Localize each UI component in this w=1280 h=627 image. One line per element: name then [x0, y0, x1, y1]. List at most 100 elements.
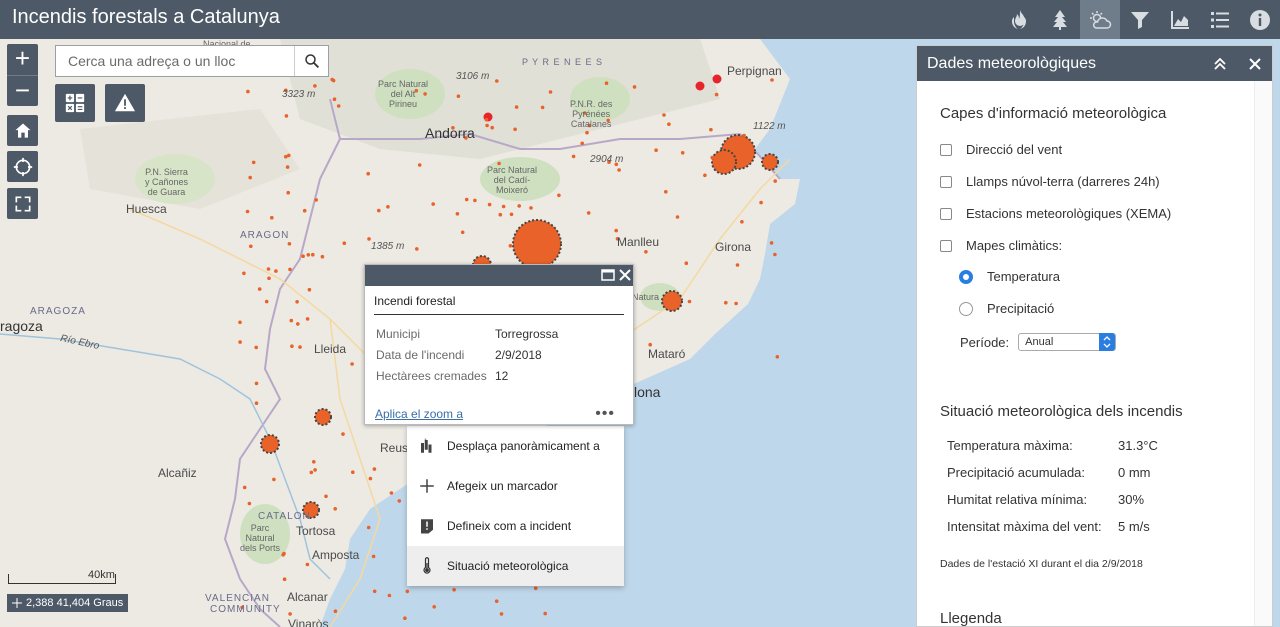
chart-tool-button[interactable]	[1160, 0, 1200, 39]
search-input[interactable]	[56, 46, 294, 76]
map-label-valencian: VALENCIAN	[205, 593, 270, 604]
search-button[interactable]	[294, 46, 328, 76]
radio-temperature[interactable]: Temperatura	[959, 269, 1060, 284]
period-select[interactable]: Anual	[1018, 333, 1117, 351]
fire-point	[333, 609, 338, 613]
fullscreen-icon	[15, 196, 30, 211]
fire-point	[336, 104, 341, 108]
close-panel-icon[interactable]	[1245, 54, 1265, 74]
fire-point	[238, 320, 242, 325]
fire-point	[529, 206, 533, 210]
incident-button[interactable]	[105, 84, 145, 122]
stat-value: 5 m/s	[1118, 519, 1150, 534]
fire-point	[644, 250, 648, 254]
checkbox[interactable]	[940, 239, 952, 252]
fire-point	[302, 208, 307, 213]
stat-key: Precipitació acumulada:	[947, 465, 1086, 480]
radio-button[interactable]	[959, 301, 973, 316]
map-label-mataro: Mataró	[648, 347, 686, 361]
fire-point	[313, 468, 317, 472]
coordinate-display[interactable]: 2,388 41,404 Graus	[7, 594, 129, 612]
menu-item-weather[interactable]: Situació meteorològica	[407, 546, 624, 586]
zoom-in-button[interactable]: +	[7, 44, 38, 75]
fullscreen-button[interactable]	[7, 188, 38, 219]
panel-body: Capes d'informació meteorològica Direcci…	[917, 81, 1254, 626]
layer-list-tool-button[interactable]	[1200, 0, 1240, 39]
panel-scrollbar[interactable]	[1254, 81, 1272, 626]
weather-tool-button[interactable]	[1080, 0, 1120, 39]
close-icon[interactable]	[617, 267, 633, 283]
home-button[interactable]	[7, 115, 38, 146]
fire-point	[452, 588, 456, 592]
maximize-icon[interactable]	[600, 267, 616, 283]
fire-point	[246, 89, 250, 94]
fire-point	[538, 227, 543, 232]
layer-checkbox-wind[interactable]: Direcció del vent	[940, 142, 1062, 157]
forest-tool-button[interactable]	[1040, 0, 1080, 39]
fire-point	[498, 212, 503, 217]
fire-point	[238, 340, 242, 344]
checkbox-label: Estacions meteorològiques (XEMA)	[966, 206, 1172, 221]
fire-point	[313, 84, 317, 88]
fire-point	[513, 127, 517, 132]
fire-point	[709, 127, 713, 132]
plus-icon	[407, 477, 447, 495]
filter-icon	[1131, 11, 1149, 29]
menu-item-pan[interactable]: Desplaça panoràmicament a	[407, 426, 624, 466]
pan-icon	[407, 437, 447, 455]
zoom-to-link[interactable]: Aplica el zoom a	[375, 407, 463, 421]
thermometer-icon	[407, 557, 447, 575]
menu-item-add-marker[interactable]: Afegeix un marcador	[407, 466, 624, 506]
period-label: Període:	[960, 334, 1010, 350]
locate-button[interactable]	[7, 151, 38, 182]
checkbox[interactable]	[940, 175, 952, 188]
collapse-icon[interactable]	[1210, 54, 1230, 74]
fire-point	[242, 271, 246, 276]
fire-point	[734, 301, 738, 306]
map-label-catalonia: CATALON	[258, 511, 311, 522]
layer-checkbox-stations[interactable]: Estacions meteorològiques (XEMA)	[940, 206, 1171, 221]
filter-tool-button[interactable]	[1120, 0, 1160, 39]
fire-point	[455, 212, 460, 216]
app-title: Incendis forestals a Catalunya	[12, 6, 280, 28]
fire-point	[687, 299, 692, 304]
map-label-manlleu: Manlleu	[617, 235, 660, 249]
fire-point	[289, 318, 294, 323]
checkbox-label: Mapes climàtics:	[966, 238, 1063, 253]
map-label-pn-sierra: P.N. Sierra y Cañones de Guara	[145, 167, 189, 197]
radio-button[interactable]	[959, 269, 973, 284]
fire-point	[740, 220, 744, 224]
fire-point	[617, 168, 621, 172]
fire-tool-button[interactable]	[1000, 0, 1040, 39]
fire-point	[274, 269, 278, 273]
more-actions-button[interactable]: •••	[595, 405, 615, 423]
list-icon	[1211, 11, 1229, 28]
map-label-elev-3106: 3106 m	[456, 71, 490, 82]
layer-checkbox-lightning[interactable]: Llamps núvol-terra (darreres 24h)	[940, 174, 1160, 189]
fire-point	[735, 263, 740, 267]
fire-point	[654, 148, 658, 152]
menu-item-set-incident[interactable]: Defineix com a incident	[407, 506, 624, 546]
fire-point	[295, 300, 299, 304]
checkbox[interactable]	[940, 143, 952, 156]
stat-key: Temperatura màxima:	[947, 438, 1073, 453]
fire-point	[342, 241, 347, 245]
checkbox[interactable]	[940, 207, 952, 220]
fire-point	[242, 485, 247, 490]
info-tool-button[interactable]	[1240, 0, 1280, 39]
fire-point	[301, 254, 305, 258]
menu-item-label: Desplaça panoràmicament a	[447, 439, 600, 453]
fire-point	[703, 173, 707, 178]
fire-point	[432, 605, 437, 609]
basemap-gallery-button[interactable]	[55, 84, 95, 122]
fire-point	[456, 94, 461, 98]
layer-checkbox-climate-maps[interactable]: Mapes climàtics:	[940, 238, 1062, 253]
radio-precipitation[interactable]: Precipitació	[959, 301, 1054, 316]
fire-point	[254, 381, 259, 386]
fire-point	[288, 612, 292, 616]
popup-row: Municipi Torregrossa	[376, 323, 558, 344]
fire-point	[517, 204, 521, 208]
zoom-out-button[interactable]: −	[7, 75, 38, 106]
fire-point	[257, 287, 262, 291]
stat-row: Precipitació acumulada: 0 mm	[947, 459, 1158, 486]
